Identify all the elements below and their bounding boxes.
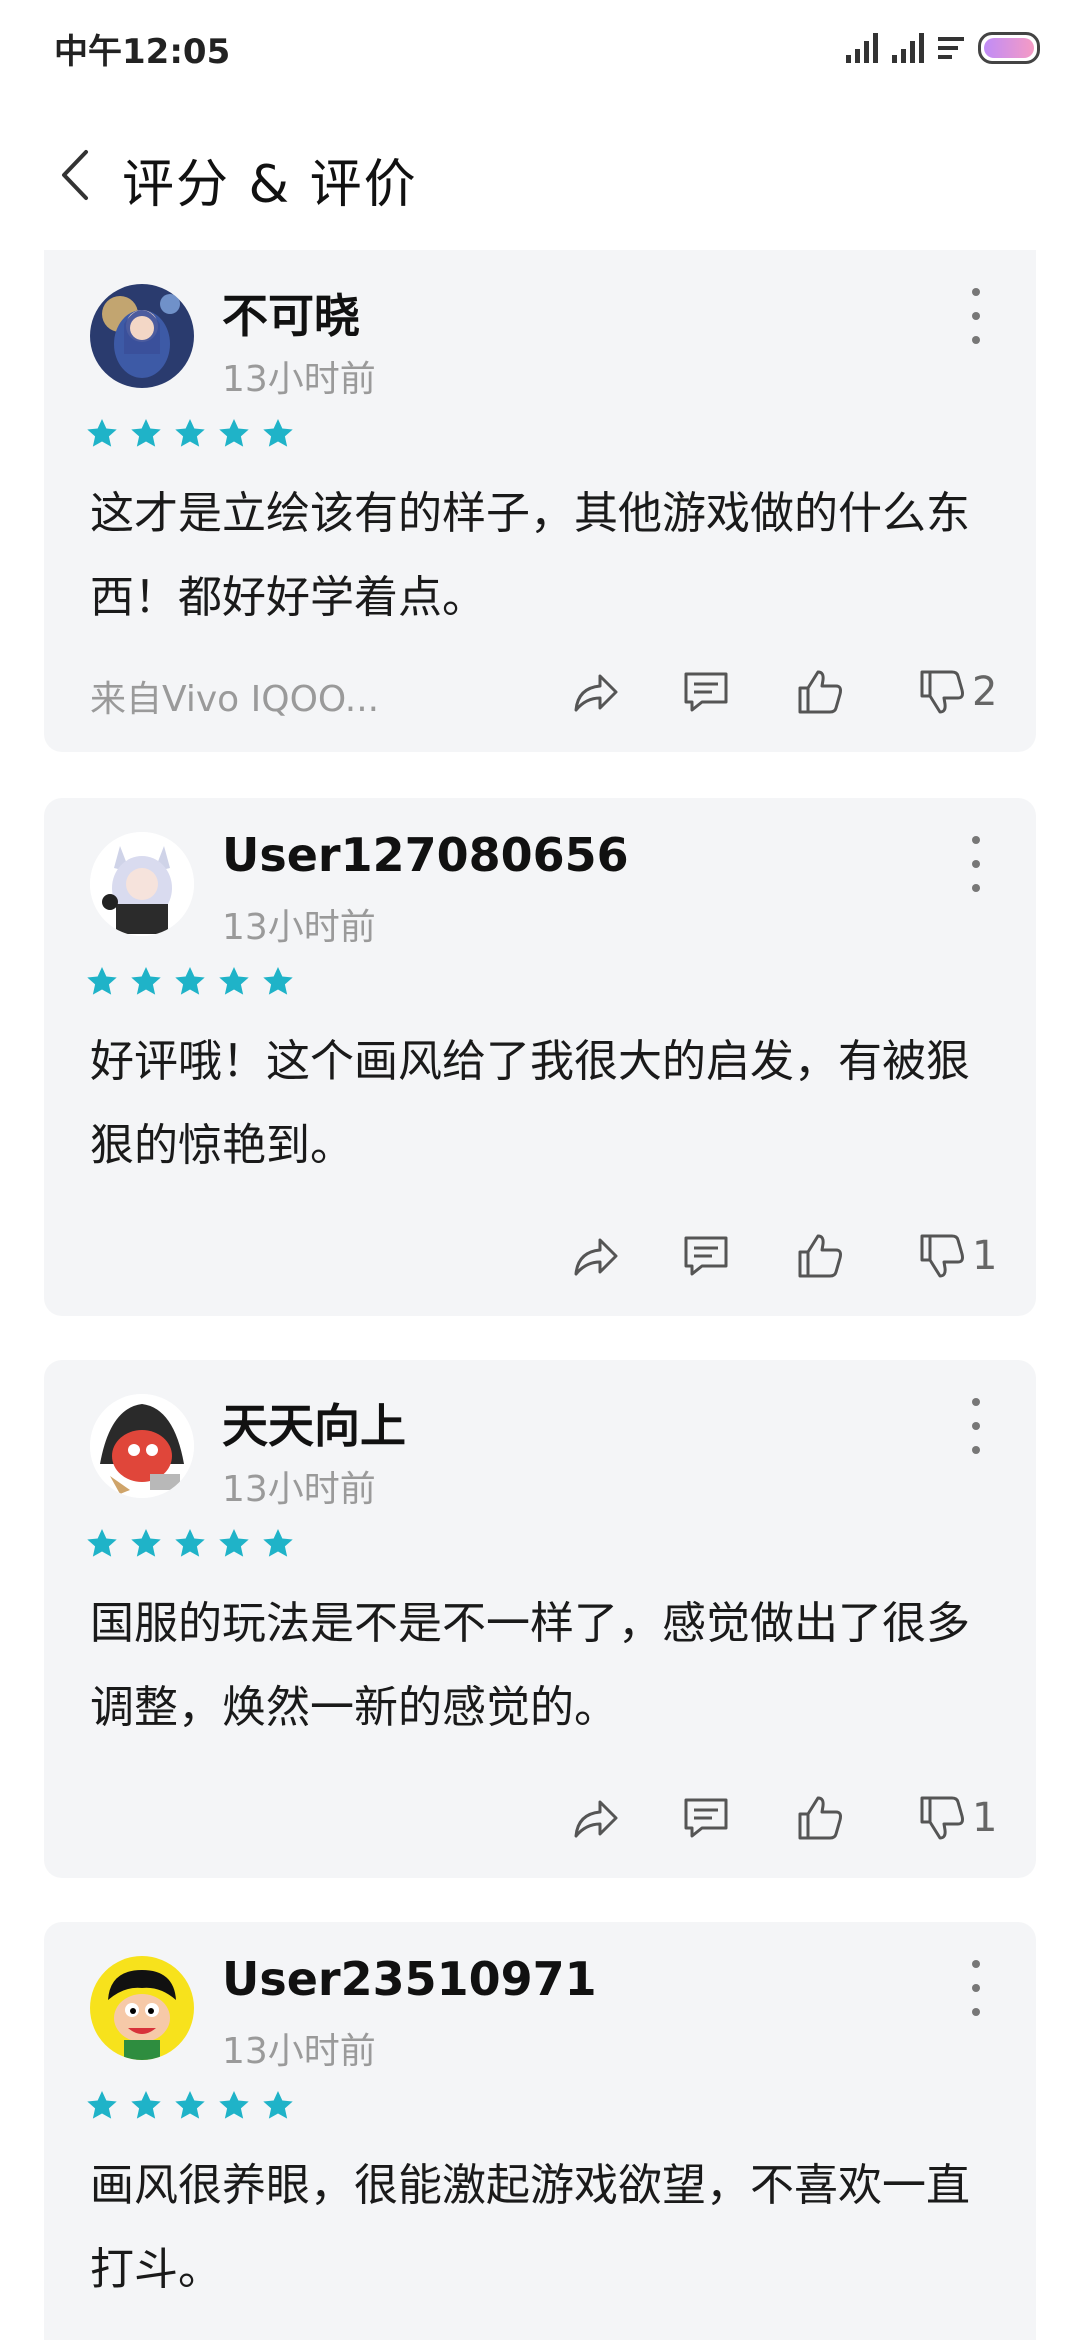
wifi-icon (938, 37, 964, 59)
rating-stars (84, 2088, 296, 2124)
star-icon (175, 967, 205, 995)
thumbs-up-icon (798, 670, 842, 714)
avatar[interactable] (90, 832, 194, 936)
signal-icon (846, 33, 878, 63)
star-icon (87, 2091, 117, 2119)
comment-button[interactable] (678, 1788, 734, 1848)
more-options-icon[interactable] (966, 1398, 986, 1454)
status-icons (846, 28, 1040, 68)
comment-icon (684, 672, 728, 712)
status-bar: 中午12:05 (0, 0, 1080, 96)
review-card: User23510971 13小时前 画风很养眼，很能激起游戏欲望，不喜欢一直打… (44, 1922, 1036, 2340)
share-button[interactable] (566, 662, 622, 722)
review-text: 国服的玩法是不是不一样了，感觉做出了很多调整，焕然一新的感觉的。 (90, 1598, 970, 1733)
star-icon (219, 967, 249, 995)
thumbs-down-icon (920, 1796, 964, 1840)
star-icon (175, 1529, 205, 1557)
star-icon (175, 419, 205, 447)
star-icon (87, 967, 117, 995)
star-icon (175, 2091, 205, 2119)
page-title: 评分 & 评价 (122, 155, 418, 215)
like-button[interactable] (792, 1788, 848, 1848)
share-icon (574, 674, 618, 712)
dislike-button[interactable]: 1 (914, 1788, 997, 1848)
header: 评分 & 评价 (0, 120, 1080, 230)
more-options-icon[interactable] (966, 1960, 986, 2016)
share-button[interactable] (566, 1788, 622, 1848)
star-icon (263, 2091, 293, 2119)
review-card: User127080656 13小时前 好评哦！这个画风给了我很大的启发，有被狠… (44, 798, 1036, 1316)
star-icon (219, 419, 249, 447)
dislike-button[interactable]: 1 (914, 1226, 997, 1286)
review-time: 13小时前 (222, 359, 376, 400)
avatar[interactable] (90, 1394, 194, 1498)
rating-stars (84, 416, 296, 452)
comment-button[interactable] (678, 662, 734, 722)
username[interactable]: 不可晓 (222, 280, 360, 346)
thumbs-down-icon (920, 670, 964, 714)
thumbs-up-icon (798, 1234, 842, 1278)
chevron-left-icon (62, 150, 88, 200)
star-icon (131, 1529, 161, 1557)
signal-icon-2 (892, 33, 924, 63)
review-time: 13小时前 (222, 1469, 376, 1510)
like-button[interactable] (792, 1226, 848, 1286)
avatar[interactable] (90, 284, 194, 388)
star-icon (87, 1529, 117, 1557)
rating-stars (84, 1526, 296, 1562)
star-icon (87, 419, 117, 447)
share-icon (574, 1800, 618, 1838)
review-text: 画风很养眼，很能激起游戏欲望，不喜欢一直打斗。 (90, 2160, 970, 2295)
review-card: 天天向上 13小时前 国服的玩法是不是不一样了，感觉做出了很多调整，焕然一新的感… (44, 1360, 1036, 1878)
more-options-icon[interactable] (966, 836, 986, 892)
star-icon (219, 2091, 249, 2119)
like-button[interactable] (792, 662, 848, 722)
star-icon (219, 1529, 249, 1557)
star-icon (263, 967, 293, 995)
review-card: 不可晓 13小时前 这才是立绘该有的样子，其他游戏做的什么东西！都好好学着点。 … (44, 250, 1036, 752)
dislike-count: 1 (972, 1233, 998, 1279)
comment-icon (684, 1236, 728, 1276)
dislike-button[interactable]: 2 (914, 662, 997, 722)
review-time: 13小时前 (222, 907, 376, 948)
dislike-count: 2 (972, 669, 998, 715)
rating-stars (84, 964, 296, 1000)
username[interactable]: User23510971 (222, 1952, 597, 2006)
dislike-count: 1 (972, 1795, 998, 1841)
comment-button[interactable] (678, 1226, 734, 1286)
comment-icon (684, 1798, 728, 1838)
star-icon (263, 419, 293, 447)
review-text: 这才是立绘该有的样子，其他游戏做的什么东西！都好好学着点。 (90, 488, 970, 623)
username[interactable]: User127080656 (222, 828, 629, 882)
review-text: 好评哦！这个画风给了我很大的启发，有被狠狠的惊艳到。 (90, 1036, 970, 1171)
star-icon (263, 1529, 293, 1557)
star-icon (131, 2091, 161, 2119)
share-button[interactable] (566, 1226, 622, 1286)
thumbs-up-icon (798, 1796, 842, 1840)
share-icon (574, 1238, 618, 1276)
device-info: 来自Vivo IQOO... (90, 679, 380, 720)
more-options-icon[interactable] (966, 288, 986, 344)
star-icon (131, 967, 161, 995)
avatar[interactable] (90, 1956, 194, 2060)
status-time: 中午12:05 (54, 32, 231, 72)
back-button[interactable] (50, 142, 110, 208)
review-time: 13小时前 (222, 2031, 376, 2072)
star-icon (131, 419, 161, 447)
battery-icon (978, 32, 1040, 64)
thumbs-down-icon (920, 1234, 964, 1278)
username[interactable]: 天天向上 (222, 1390, 406, 1456)
